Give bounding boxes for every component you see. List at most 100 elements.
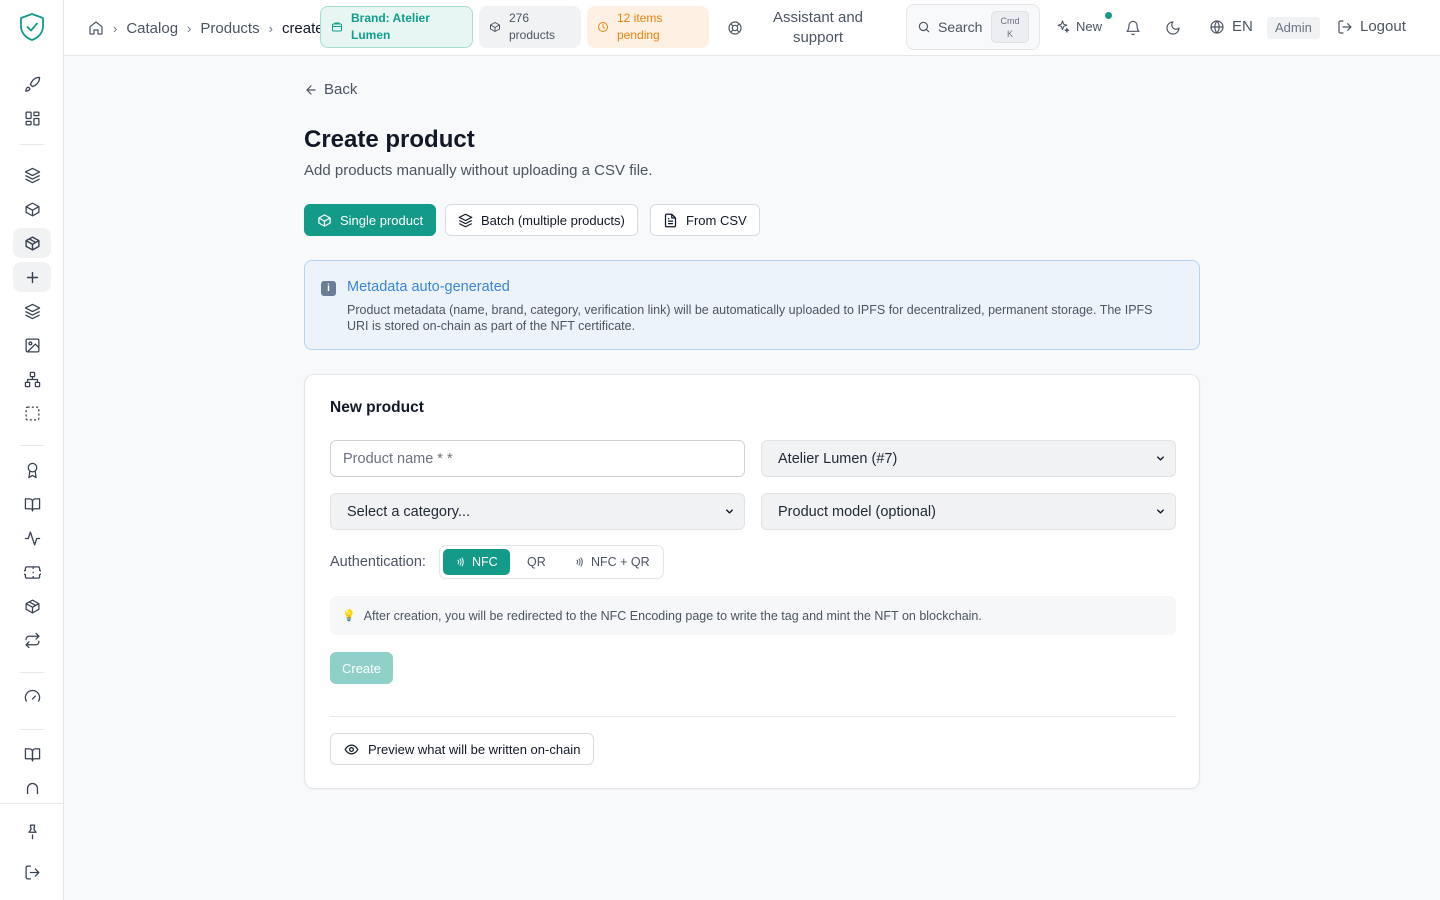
auth-option-nfc-qr[interactable]: NFC + QR bbox=[562, 549, 662, 575]
sidebar-item-inventory[interactable] bbox=[13, 591, 51, 621]
rocket-icon bbox=[24, 76, 40, 92]
mode-single-product[interactable]: Single product bbox=[304, 204, 437, 236]
product-model-select[interactable]: Product model (optional) bbox=[761, 493, 1176, 530]
mode-csv-label: From CSV bbox=[686, 212, 747, 228]
sidebar-footer-divider bbox=[0, 803, 63, 804]
sidebar-item-awards[interactable] bbox=[13, 455, 51, 485]
authentication-label: Authentication: bbox=[330, 554, 426, 570]
select-icon bbox=[24, 405, 40, 421]
sidebar-item-dashboard[interactable] bbox=[13, 103, 51, 133]
sidebar-item-docs[interactable] bbox=[13, 489, 51, 519]
file-text-icon bbox=[664, 213, 677, 227]
layers-icon bbox=[24, 167, 40, 183]
sidebar-item-transfers[interactable] bbox=[13, 625, 51, 655]
mode-csv[interactable]: From CSV bbox=[650, 204, 760, 236]
chevron-down-icon bbox=[1157, 509, 1164, 514]
sidebar-item-select[interactable] bbox=[13, 398, 51, 428]
lifebuoy-icon[interactable] bbox=[727, 20, 743, 36]
ticket-icon bbox=[23, 565, 41, 579]
gauge-icon bbox=[24, 689, 40, 702]
image-icon bbox=[24, 337, 40, 353]
preview-onchain-button[interactable]: Preview what will be written on-chain bbox=[330, 733, 595, 765]
bell-icon[interactable] bbox=[1125, 20, 1141, 36]
sidebar-item-products[interactable] bbox=[13, 228, 51, 258]
lightbulb-icon: 💡 bbox=[342, 610, 356, 622]
package-icon bbox=[24, 598, 40, 614]
sidebar-item-activity[interactable] bbox=[13, 523, 51, 553]
pending-items-pill[interactable]: 12 items pending bbox=[587, 6, 709, 48]
repeat-icon bbox=[24, 632, 40, 648]
sidebar-divider bbox=[20, 144, 44, 145]
globe-icon bbox=[1210, 19, 1224, 34]
kbd-key: K bbox=[1006, 29, 1013, 39]
chevron-right-icon: › bbox=[113, 20, 118, 36]
box-icon bbox=[24, 201, 40, 217]
sidebar-item-guide[interactable] bbox=[13, 739, 51, 769]
pin-icon bbox=[27, 823, 37, 839]
box-icon bbox=[318, 213, 331, 227]
logout-button[interactable]: Logout bbox=[1337, 18, 1406, 35]
mode-single-label: Single product bbox=[340, 212, 424, 228]
breadcrumb-current: create bbox=[281, 19, 324, 37]
search-button[interactable]: Search Cmd K bbox=[906, 4, 1040, 50]
arch-icon bbox=[26, 782, 38, 794]
category-select-value: Select a category... bbox=[347, 503, 471, 520]
arrow-left-icon bbox=[306, 84, 316, 95]
category-select[interactable]: Select a category... bbox=[330, 493, 745, 530]
new-features-button[interactable]: New bbox=[1055, 19, 1102, 34]
mode-batch[interactable]: Batch (multiple products) bbox=[445, 204, 638, 236]
assistant-support-link[interactable]: Assistant and support bbox=[764, 8, 872, 48]
sidebar-item-arch[interactable] bbox=[13, 773, 51, 803]
back-label: Back bbox=[324, 81, 358, 98]
brand-select[interactable]: Atelier Lumen (#7) bbox=[761, 440, 1176, 477]
book-icon bbox=[24, 497, 40, 512]
info-title: Metadata auto-generated bbox=[347, 279, 510, 295]
sidebar-item-hierarchy[interactable] bbox=[13, 364, 51, 394]
brand-pill-label: Brand: Atelier Lumen bbox=[351, 11, 430, 42]
sidebar-item-batches[interactable] bbox=[13, 296, 51, 326]
product-name-input[interactable]: Product name * * bbox=[330, 440, 745, 477]
sidebar-item-tickets[interactable] bbox=[13, 557, 51, 587]
home-icon[interactable] bbox=[88, 20, 104, 36]
sidebar-divider bbox=[20, 445, 44, 446]
language-switcher[interactable]: EN bbox=[1209, 18, 1253, 35]
sidebar-item-logout[interactable] bbox=[13, 857, 51, 887]
brand-select-value: Atelier Lumen (#7) bbox=[778, 450, 898, 467]
breadcrumb-products[interactable]: Products bbox=[200, 20, 259, 37]
products-count-label: 276 products bbox=[509, 11, 556, 42]
book-icon bbox=[24, 747, 40, 762]
shield-check-logo[interactable] bbox=[18, 12, 46, 42]
auth-option-qr[interactable]: QR bbox=[515, 549, 558, 575]
create-button[interactable]: Create bbox=[330, 652, 393, 684]
moon-icon[interactable] bbox=[1165, 20, 1181, 36]
authentication-toggle: NFC QR NFC + QR bbox=[439, 545, 664, 579]
breadcrumb: › Catalog › Products › create bbox=[88, 19, 324, 37]
clock-icon bbox=[598, 22, 608, 32]
info-icon: i bbox=[321, 281, 336, 296]
sidebar bbox=[0, 0, 64, 900]
products-count-pill[interactable]: 276 products bbox=[479, 6, 581, 48]
product-name-placeholder: Product name * * bbox=[343, 450, 453, 467]
sitemap-icon bbox=[24, 371, 40, 387]
sidebar-item-media[interactable] bbox=[13, 330, 51, 360]
sidebar-item-create[interactable] bbox=[13, 262, 51, 292]
sidebar-item-performance[interactable] bbox=[13, 682, 51, 712]
page-title: Create product bbox=[304, 126, 475, 153]
store-icon bbox=[332, 22, 342, 32]
sidebar-item-rocket[interactable] bbox=[13, 69, 51, 99]
sidebar-item-collections[interactable] bbox=[13, 160, 51, 190]
auth-option-nfc[interactable]: NFC bbox=[443, 549, 510, 575]
keyboard-shortcut: Cmd K bbox=[991, 11, 1029, 43]
sidebar-item-models[interactable] bbox=[13, 194, 51, 224]
sidebar-item-pin[interactable] bbox=[13, 816, 51, 846]
nfc-icon bbox=[457, 557, 464, 567]
layers-icon bbox=[24, 303, 40, 319]
page-subtitle: Add products manually without uploading … bbox=[304, 162, 653, 179]
nfc-icon bbox=[576, 557, 583, 567]
new-label: New bbox=[1076, 19, 1103, 34]
back-link[interactable]: Back bbox=[304, 81, 357, 98]
card-title: New product bbox=[330, 399, 424, 416]
brand-pill[interactable]: Brand: Atelier Lumen bbox=[320, 6, 473, 48]
new-product-card: New product Product name * * Atelier Lum… bbox=[304, 374, 1200, 789]
breadcrumb-catalog[interactable]: Catalog bbox=[126, 20, 178, 37]
